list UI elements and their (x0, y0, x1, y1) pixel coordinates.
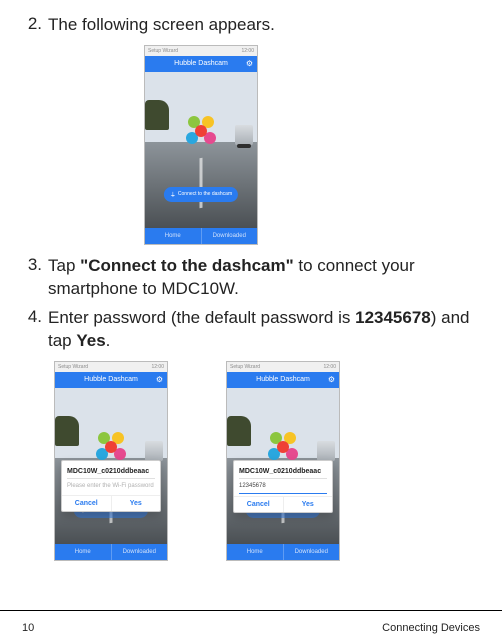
phone-bg: ⏚ Connect to the dashcam (145, 72, 257, 228)
connect-pill: ⏚ Connect to the dashcam (164, 187, 238, 202)
t: Tap (48, 256, 80, 275)
tab-downloaded: Downloaded (202, 228, 258, 244)
tab-home: Home (227, 544, 284, 560)
password-bold: 12345678 (355, 308, 431, 327)
dialog-buttons: Cancel Yes (234, 496, 332, 512)
yes-bold: Yes (76, 331, 105, 350)
t: . (106, 331, 111, 350)
phone-bg: ⏚ Connect to the dashcam MDC10W_c0210ddb… (227, 388, 339, 544)
page-number: 10 (22, 622, 34, 634)
hubble-logo-icon (268, 432, 298, 462)
dialog-cancel: Cancel (62, 496, 112, 511)
wifi-dialog: MDC10W_c0210ddbeaac Please enter the Wi-… (61, 460, 161, 512)
dialog-ssid: MDC10W_c0210ddbeaac (67, 465, 155, 479)
phone-bottom-tabs: Home Downloaded (227, 544, 339, 560)
step-number: 4. (22, 307, 48, 353)
tab-downloaded: Downloaded (112, 544, 168, 560)
gear-icon: ⚙ (328, 375, 335, 384)
connect-phrase-bold: "Connect to the dashcam" (80, 256, 294, 275)
wifi-dialog: MDC10W_c0210ddbeaac 12345678 Cancel Yes (233, 460, 333, 513)
step-number: 3. (22, 255, 48, 301)
phone-appbar: Hubble Dashcam ⚙ (145, 56, 257, 72)
step-4: 4. Enter password (the default password … (22, 307, 480, 353)
phone-statusbar: Setup Wizard 12:00 (145, 46, 257, 56)
phone-bg: ⏚ Connect to the dashcam MDC10W_c0210ddb… (55, 388, 167, 544)
screenshot-step2-wrap: Setup Wizard 12:00 Hubble Dashcam ⚙ ⏚ Co… (22, 45, 480, 245)
phone-mock-main: Setup Wizard 12:00 Hubble Dashcam ⚙ ⏚ Co… (144, 45, 258, 245)
phone-mock-password-empty: Setup Wizard 12:00 Hubble Dashcam ⚙ ⏚ Co… (54, 361, 168, 561)
screenshot-step4-row: Setup Wizard 12:00 Hubble Dashcam ⚙ ⏚ Co… (22, 361, 480, 561)
appbar-title: Hubble Dashcam (174, 60, 228, 67)
dialog-buttons: Cancel Yes (62, 495, 160, 511)
tab-downloaded: Downloaded (284, 544, 340, 560)
status-right: 12:00 (151, 364, 164, 370)
dialog-ssid: MDC10W_c0210ddbeaac (239, 465, 327, 479)
appbar-title: Hubble Dashcam (84, 376, 138, 383)
connect-pill-label: Connect to the dashcam (178, 191, 232, 197)
step-text: Tap "Connect to the dashcam" to connect … (48, 255, 480, 301)
gear-icon: ⚙ (246, 59, 253, 68)
phone-mock-password-filled: Setup Wizard 12:00 Hubble Dashcam ⚙ ⏚ Co… (226, 361, 340, 561)
dialog-cancel: Cancel (234, 497, 284, 512)
phone-bottom-tabs: Home Downloaded (145, 228, 257, 244)
tab-home: Home (55, 544, 112, 560)
page-footer: 10 Connecting Devices (0, 610, 502, 642)
step-3: 3. Tap "Connect to the dashcam" to conne… (22, 255, 480, 301)
step-text: Enter password (the default password is … (48, 307, 480, 353)
phone-bottom-tabs: Home Downloaded (55, 544, 167, 560)
dialog-password-placeholder: Please enter the Wi-Fi password (67, 479, 155, 493)
wifi-icon: ⏚ (170, 190, 176, 199)
phone-statusbar: Setup Wizard 12:00 (55, 362, 167, 372)
phone-appbar: Hubble Dashcam ⚙ (55, 372, 167, 388)
dialog-yes: Yes (112, 496, 161, 511)
appbar-title: Hubble Dashcam (256, 376, 310, 383)
dashcam-photo (145, 72, 257, 228)
step-2: 2. The following screen appears. (22, 14, 480, 37)
phone-statusbar: Setup Wizard 12:00 (227, 362, 339, 372)
hubble-logo-icon (96, 432, 126, 462)
step-text: The following screen appears. (48, 14, 480, 37)
phone-appbar: Hubble Dashcam ⚙ (227, 372, 339, 388)
dialog-password-value: 12345678 (239, 479, 327, 494)
status-right: 12:00 (241, 48, 254, 54)
section-title: Connecting Devices (382, 622, 480, 634)
status-left: Setup Wizard (148, 48, 178, 54)
step-number: 2. (22, 14, 48, 37)
t: Enter password (the default password is (48, 308, 355, 327)
hubble-logo-icon (186, 116, 216, 146)
status-left: Setup Wizard (58, 364, 88, 370)
status-left: Setup Wizard (230, 364, 260, 370)
status-right: 12:00 (323, 364, 336, 370)
gear-icon: ⚙ (156, 375, 163, 384)
tab-home: Home (145, 228, 202, 244)
dialog-yes: Yes (284, 497, 333, 512)
